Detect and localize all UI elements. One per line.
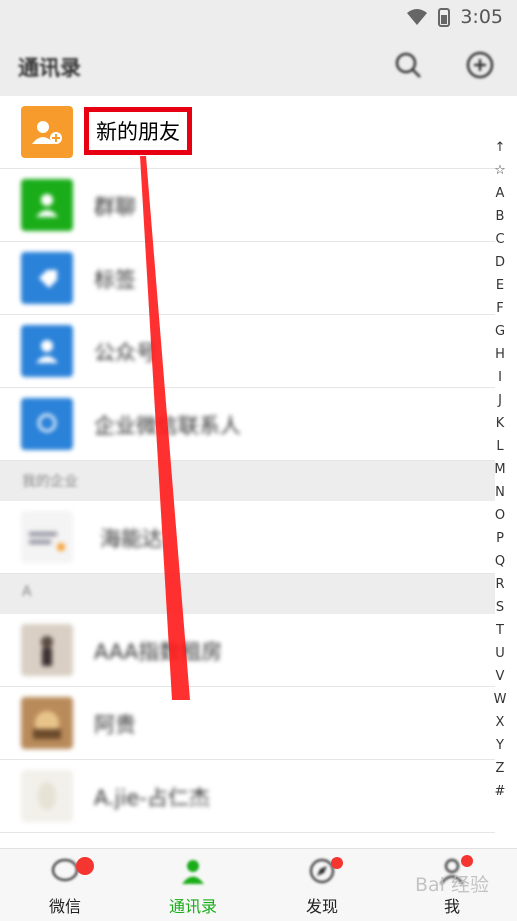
section-header-a: A [0, 574, 495, 614]
index-letter[interactable]: H [495, 343, 505, 366]
row-label: 企业微信联系人 [94, 414, 241, 438]
row-label: 海能达 [100, 527, 163, 551]
watermark: Bai 经验 [415, 874, 489, 896]
index-letter[interactable]: P [496, 527, 504, 550]
highlight-label: 新的朋友 [96, 120, 180, 144]
index-letter[interactable]: J [498, 389, 502, 412]
tab-contacts[interactable]: 通讯录 [148, 849, 238, 921]
wifi-icon [407, 9, 428, 25]
avatar [21, 770, 73, 822]
tab-label: 发现 [305, 897, 338, 916]
discover-dot [331, 857, 343, 869]
avatar [21, 624, 73, 676]
index-letter[interactable]: B [496, 205, 505, 228]
me-dot [461, 855, 473, 867]
new-friends-icon [21, 106, 73, 158]
row-label: AAA指数租房 [94, 640, 223, 664]
index-letter[interactable]: M [494, 458, 505, 481]
avatar [21, 697, 73, 749]
index-letter[interactable]: D [495, 251, 505, 274]
enterprise-logo [21, 511, 73, 563]
index-letter[interactable]: E [496, 274, 504, 297]
contact-list: 群聊 标签 公众号 企业微信联系人 我的企业 海能达 A AAA指数租房 阿贵 … [0, 96, 495, 833]
row-official-accounts[interactable]: 公众号 [0, 315, 495, 388]
tab-discover[interactable]: 发现 [277, 849, 367, 921]
battery-icon [438, 8, 451, 27]
row-tags[interactable]: 标签 [0, 242, 495, 315]
header: 通讯录 [0, 36, 517, 96]
row-work-contacts[interactable]: 企业微信联系人 [0, 388, 495, 461]
index-letter[interactable]: F [496, 297, 503, 320]
row-label: A.jie-占仁杰 [94, 786, 210, 810]
index-letter[interactable]: Q [495, 550, 505, 573]
row-label: 标签 [94, 268, 136, 292]
index-letter[interactable]: T [496, 619, 504, 642]
index-letter[interactable]: R [495, 573, 504, 596]
work-contacts-icon [21, 398, 73, 450]
chat-icon [51, 858, 79, 882]
tab-label: 通讯录 [168, 897, 217, 916]
index-letter[interactable]: A [496, 182, 505, 205]
row-label: 群聊 [94, 195, 136, 219]
row-new-friends[interactable] [0, 96, 495, 169]
row-label: 公众号 [94, 341, 157, 365]
section-header-enterprise: 我的企业 [0, 461, 495, 501]
tag-icon [21, 252, 73, 304]
index-letter[interactable]: # [495, 780, 506, 803]
index-letter[interactable]: Y [496, 734, 504, 757]
contact-row[interactable]: 阿贵 [0, 687, 495, 760]
row-group-chat[interactable]: 群聊 [0, 169, 495, 242]
index-letter[interactable]: K [496, 412, 505, 435]
contact-row[interactable]: AAA指数租房 [0, 614, 495, 687]
index-letter[interactable]: X [496, 711, 505, 734]
official-account-icon [21, 325, 73, 377]
group-chat-icon [21, 179, 73, 231]
highlight-new-friends[interactable]: 新的朋友 [84, 107, 192, 155]
index-letter[interactable]: ↑ [495, 136, 506, 159]
row-enterprise[interactable]: 海能达 [0, 501, 495, 574]
index-letter[interactable]: N [495, 481, 505, 504]
index-letter[interactable]: S [496, 596, 504, 619]
status-bar: 3:05 [0, 0, 517, 36]
add-icon[interactable] [465, 50, 495, 80]
unread-badge [76, 857, 94, 875]
tab-chats[interactable]: 微信 [20, 849, 110, 921]
alphabet-index[interactable]: ↑ ☆ A B C D E F G H I J K L M N O P Q R S T U V W X Y Z # [491, 136, 509, 803]
index-letter[interactable]: V [496, 665, 505, 688]
index-letter[interactable]: U [495, 642, 505, 665]
status-icons: 3:05 [406, 6, 503, 28]
contact-row[interactable]: A.jie-占仁杰 [0, 760, 495, 833]
index-letter[interactable]: ☆ [494, 159, 506, 182]
index-letter[interactable]: W [494, 688, 507, 711]
status-time: 3:05 [460, 6, 503, 28]
row-label: 阿贵 [94, 713, 136, 737]
index-letter[interactable]: L [496, 435, 503, 458]
search-icon[interactable] [393, 50, 423, 80]
index-letter[interactable]: G [495, 320, 505, 343]
page-title: 通讯录 [18, 56, 81, 80]
tab-label: 微信 [48, 897, 81, 916]
index-letter[interactable]: O [495, 504, 505, 527]
index-letter[interactable]: Z [496, 757, 505, 780]
index-letter[interactable]: C [495, 228, 504, 251]
contacts-icon [182, 860, 204, 884]
index-letter[interactable]: I [498, 366, 502, 389]
